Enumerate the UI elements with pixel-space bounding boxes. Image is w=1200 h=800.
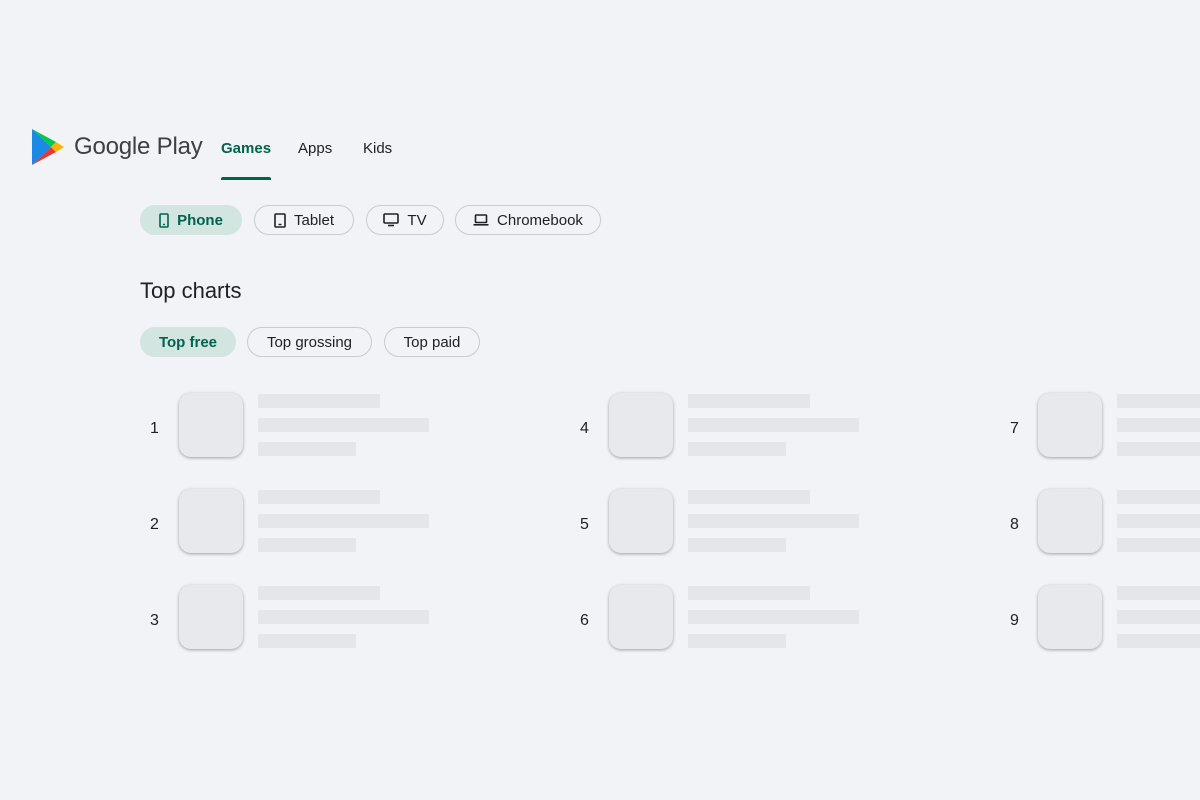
skeleton-line (1117, 634, 1200, 648)
brand-name: Google Play (74, 133, 203, 160)
skeleton-line (1117, 490, 1200, 504)
skeleton-line (1117, 394, 1200, 408)
chart-tab-top-paid-label: Top paid (403, 333, 461, 351)
skeleton-line (688, 490, 810, 504)
device-chip-tablet-label: Tablet (293, 211, 335, 229)
skeleton-line (258, 442, 356, 456)
play-logo-icon (32, 129, 64, 165)
rank-number: 5 (580, 516, 589, 533)
app-icon-placeholder[interactable] (1038, 393, 1102, 457)
skeleton-line (688, 634, 786, 648)
skeleton-line (688, 586, 810, 600)
skeleton-line (1117, 442, 1200, 456)
phone-icon (159, 212, 169, 228)
skeleton-line (688, 514, 859, 528)
nav-tab-games-label: Games (221, 140, 272, 157)
rank-number: 4 (580, 420, 589, 437)
app-icon-placeholder[interactable] (179, 585, 243, 649)
app-icon-placeholder[interactable] (1038, 489, 1102, 553)
app-icon-placeholder[interactable] (1038, 585, 1102, 649)
rank-number: 8 (1010, 516, 1019, 533)
section-title: Top charts (140, 278, 242, 303)
skeleton-line (258, 394, 380, 408)
skeleton-line (688, 442, 786, 456)
app-icon-placeholder[interactable] (609, 393, 673, 457)
device-chip-chromebook-label: Chromebook (497, 211, 583, 229)
skeleton-line (688, 418, 859, 432)
device-chip-tv[interactable]: TV (366, 205, 444, 235)
rank-number: 3 (150, 612, 159, 629)
chart-tab-top-paid[interactable]: Top paid (384, 327, 480, 357)
active-tab-indicator (221, 177, 272, 180)
skeleton-line (1117, 514, 1200, 528)
device-chip-tv-label: TV (407, 211, 427, 229)
nav-tab-apps-label: Apps (298, 140, 333, 157)
chart-tab-top-grossing-label: Top grossing (266, 333, 353, 351)
app-icon-placeholder[interactable] (609, 489, 673, 553)
rank-number: 2 (150, 516, 159, 533)
device-chip-chromebook[interactable]: Chromebook (455, 205, 601, 235)
device-chip-phone[interactable]: Phone (140, 205, 242, 235)
skeleton-line (1117, 418, 1200, 432)
tablet-icon (274, 212, 286, 228)
skeleton-line (688, 394, 810, 408)
rank-number: 9 (1010, 612, 1019, 629)
skeleton-line (1117, 610, 1200, 624)
skeleton-line (688, 610, 859, 624)
skeleton-line (258, 610, 429, 624)
app-icon-placeholder[interactable] (179, 393, 243, 457)
skeleton-line (258, 514, 429, 528)
nav-tab-games[interactable]: Games (221, 138, 272, 182)
skeleton-line (258, 490, 380, 504)
app-icon-placeholder[interactable] (179, 489, 243, 553)
nav-tab-apps[interactable]: Apps (298, 138, 332, 182)
rank-number: 6 (580, 612, 589, 629)
nav-tab-kids-label: Kids (363, 140, 393, 157)
rank-number: 1 (150, 420, 159, 437)
chart-tab-top-grossing[interactable]: Top grossing (247, 327, 372, 357)
chart-tab-top-free-label: Top free (158, 333, 218, 351)
skeleton-line (258, 418, 429, 432)
device-chip-phone-label: Phone (177, 211, 223, 229)
chart-tab-top-free[interactable]: Top free (140, 327, 236, 357)
skeleton-line (258, 586, 380, 600)
tv-icon (383, 213, 400, 227)
google-play-logo[interactable]: Google Play (30, 127, 203, 167)
skeleton-line (1117, 538, 1200, 552)
skeleton-line (688, 538, 786, 552)
skeleton-line (258, 538, 356, 552)
app-icon-placeholder[interactable] (609, 585, 673, 649)
skeleton-line (258, 634, 356, 648)
skeleton-line (1117, 586, 1200, 600)
device-chip-tablet[interactable]: Tablet (254, 205, 354, 235)
laptop-icon (473, 214, 489, 226)
rank-number: 7 (1010, 420, 1019, 437)
nav-tab-kids[interactable]: Kids (363, 138, 392, 182)
